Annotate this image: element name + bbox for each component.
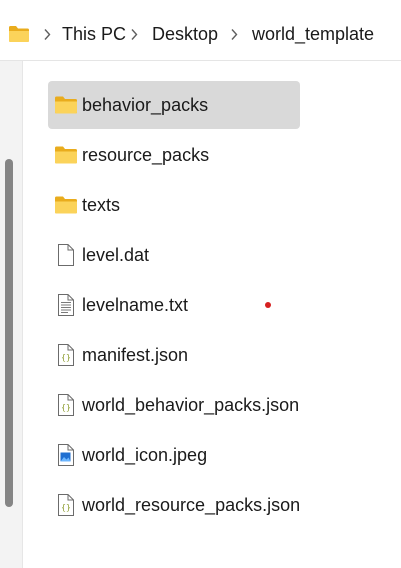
address-bar[interactable]: This PC Desktop world_template [0,0,401,61]
chevron-right-icon[interactable] [42,28,52,41]
navigation-pane[interactable] [0,61,23,568]
text-file-icon [58,294,74,316]
json-file-icon: {} [58,494,74,516]
file-name: resource_packs [82,145,210,165]
breadcrumb-world-template[interactable]: world_template [252,23,374,45]
folder-icon [55,96,77,114]
svg-text:{}: {} [61,353,71,362]
file-name: behavior_packs [82,95,209,115]
list-item-world-resource-packs-json[interactable]: {} world_resource_packs.json [48,481,300,529]
breadcrumb-desktop[interactable]: Desktop [152,23,218,45]
folder-icon [9,26,29,42]
image-file-icon [58,444,74,466]
list-item-world-behavior-packs-json[interactable]: {} world_behavior_packs.json [48,381,300,429]
breadcrumb-this-pc[interactable]: This PC [62,23,126,45]
list-item-level-dat[interactable]: level.dat [48,231,300,279]
file-explorer-window: This PC Desktop world_template behavior_… [0,0,401,568]
file-name: world_behavior_packs.json [82,395,300,415]
file-name: texts [82,195,121,215]
folder-icon [55,196,77,214]
marker-dot [265,302,271,308]
file-name: world_resource_packs.json [82,495,301,515]
file-name: level.dat [82,245,150,265]
list-item-manifest-json[interactable]: {} manifest.json [48,331,300,379]
file-list: behavior_packs resource_packs texts leve… [23,61,401,568]
list-item-world-icon-jpeg[interactable]: world_icon.jpeg [48,431,300,479]
chevron-right-icon[interactable] [229,28,239,41]
list-item-levelname-txt[interactable]: levelname.txt [48,281,300,329]
file-name: levelname.txt [82,295,189,315]
file-name: world_icon.jpeg [82,445,208,465]
file-name: manifest.json [82,345,189,365]
json-file-icon: {} [58,344,74,366]
scrollbar-thumb[interactable] [5,159,13,507]
json-file-icon: {} [58,394,74,416]
chevron-right-icon[interactable] [129,28,139,41]
list-item-behavior-packs[interactable]: behavior_packs [48,81,300,129]
folder-icon [55,146,77,164]
svg-text:{}: {} [61,503,71,512]
list-item-texts[interactable]: texts [48,181,300,229]
blank-file-icon [58,244,74,266]
list-item-resource-packs[interactable]: resource_packs [48,131,300,179]
svg-text:{}: {} [61,403,71,412]
